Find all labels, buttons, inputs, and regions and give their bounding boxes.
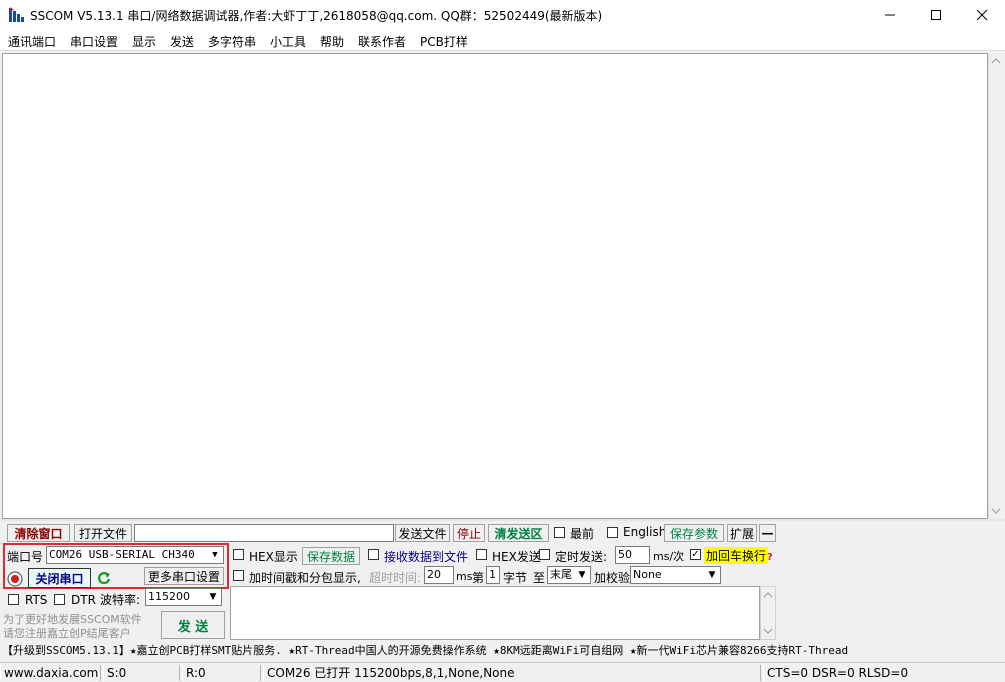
byte-label-post: 字节 [503, 571, 528, 585]
app-logo-icon [9, 7, 24, 22]
receive-scrollbar[interactable] [988, 53, 1003, 519]
menu-send[interactable]: 发送 [170, 33, 194, 50]
checkmark-icon: ✓ [691, 549, 700, 560]
baud-label: 波特率: [100, 593, 141, 607]
add-crlf-label: 加回车换行 [704, 547, 769, 564]
save-data-button[interactable]: 保存数据 [302, 547, 360, 565]
add-crlf-checkbox[interactable]: ✓ [690, 549, 701, 560]
recv-to-file-checkbox[interactable] [368, 549, 379, 560]
clear-send-button[interactable]: 清发送区 [488, 524, 549, 542]
scroll-down-icon [763, 628, 773, 634]
close-port-button[interactable]: 关闭串口 [28, 568, 91, 588]
topmost-label: 最前 [570, 527, 595, 541]
menu-help[interactable]: 帮助 [320, 33, 344, 50]
english-checkbox[interactable] [607, 527, 618, 538]
timeout-unit: ms [456, 570, 473, 583]
timestamp-checkbox[interactable] [233, 570, 244, 581]
scroll-up-icon [991, 58, 1001, 64]
send-scrollbar[interactable] [760, 586, 776, 640]
send-file-button[interactable]: 发送文件 [395, 524, 450, 542]
menu-tools[interactable]: 小工具 [270, 33, 306, 50]
baud-select-value: 115200 [148, 590, 190, 603]
end-byte-select[interactable]: 末尾 ▼ [547, 566, 591, 584]
checksum-select[interactable]: None ▼ [630, 566, 721, 584]
chevron-down-icon: ▼ [212, 550, 218, 560]
collapse-button[interactable]: — [759, 524, 776, 542]
rts-label: RTS [25, 593, 48, 607]
status-bar: www.daxia.com S:0 R:0 COM26 已打开 115200bp… [0, 662, 1005, 682]
file-path-input[interactable] [134, 524, 394, 542]
port-select-value: COM26 USB-SERIAL CH340 [49, 548, 195, 561]
menu-display[interactable]: 显示 [132, 33, 156, 50]
close-icon [976, 9, 988, 21]
maximize-icon [931, 10, 941, 20]
timestamp-label: 加时间戳和分包显示, [249, 571, 361, 585]
menu-comm-port[interactable]: 通讯端口 [8, 33, 56, 50]
menu-contact-author[interactable]: 联系作者 [358, 33, 406, 50]
chevron-down-icon: ▼ [708, 570, 716, 580]
to-label: 至 [533, 571, 546, 585]
timeout-label: 超时时间: [369, 571, 422, 585]
send-button[interactable]: 发 送 [161, 611, 225, 639]
menu-multi-string[interactable]: 多字符串 [208, 33, 256, 50]
chevron-down-icon: ▼ [209, 592, 217, 602]
save-params-button[interactable]: 保存参数 [664, 524, 724, 542]
splitter[interactable] [0, 519, 1005, 521]
app-window: SSCOM V5.13.1 串口/网络数据调试器,作者:大虾丁丁,2618058… [0, 0, 1005, 682]
dtr-checkbox[interactable] [54, 594, 65, 605]
minimize-icon [885, 14, 895, 16]
interval-unit: ms/次 [653, 550, 685, 563]
close-window-button[interactable] [959, 0, 1005, 30]
status-sent-count: S:0 [103, 665, 180, 681]
status-line-signals: CTS=0 DSR=0 RLSD=0 [763, 665, 1003, 681]
english-label: English [623, 525, 667, 539]
title-bar: SSCOM V5.13.1 串口/网络数据调试器,作者:大虾丁丁,2618058… [0, 0, 1005, 30]
hex-send-label: HEX发送 [492, 550, 541, 564]
chevron-down-icon: ▼ [578, 570, 586, 580]
open-file-button[interactable]: 打开文件 [74, 524, 132, 542]
dtr-label: DTR [71, 593, 96, 607]
hex-send-checkbox[interactable] [476, 549, 487, 560]
menu-serial-settings[interactable]: 串口设置 [70, 33, 118, 50]
start-byte-input[interactable]: 1 [486, 566, 500, 584]
port-status-icon [7, 571, 23, 587]
window-title: SSCOM V5.13.1 串口/网络数据调试器,作者:大虾丁丁,2618058… [30, 9, 603, 23]
hex-display-checkbox[interactable] [233, 549, 244, 560]
refresh-icon[interactable] [96, 570, 112, 586]
stop-button[interactable]: 停止 [453, 524, 485, 542]
topmost-checkbox[interactable] [554, 527, 565, 538]
menu-pcb[interactable]: PCB打样 [420, 33, 468, 50]
byte-label-pre: 第 [472, 571, 485, 585]
clear-window-button[interactable]: 清除窗口 [7, 524, 70, 542]
hex-display-label: HEX显示 [249, 550, 298, 564]
status-website[interactable]: www.daxia.com [0, 665, 101, 681]
checksum-value: None [633, 568, 662, 581]
interval-input[interactable]: 50 [615, 546, 650, 564]
baud-select[interactable]: 115200 ▼ [145, 588, 222, 606]
receive-text-area[interactable] [2, 53, 988, 519]
menu-bar: 通讯端口 串口设置 显示 发送 多字符串 小工具 帮助 联系作者 PCB打样 [0, 30, 1005, 51]
port-label: 端口号 [7, 550, 44, 564]
timed-send-checkbox[interactable] [539, 549, 550, 560]
maximize-button[interactable] [913, 0, 959, 30]
minimize-button[interactable] [867, 0, 913, 30]
checksum-label: 加校验 [594, 571, 631, 585]
send-text-area[interactable] [230, 586, 760, 640]
help-icon[interactable]: ? [767, 552, 773, 563]
scroll-up-icon [763, 592, 773, 598]
promo-line-2: 请您注册嘉立创P结尾客户 [3, 627, 131, 640]
expand-button[interactable]: 扩展 [727, 524, 757, 542]
scroll-down-icon [991, 508, 1001, 514]
status-port-info: COM26 已打开 115200bps,8,1,None,None [263, 665, 761, 681]
rts-checkbox[interactable] [8, 594, 19, 605]
more-port-settings-button[interactable]: 更多串口设置 [144, 567, 224, 585]
status-recv-count: R:0 [182, 665, 261, 681]
timeout-input[interactable]: 20 [424, 566, 454, 584]
port-select[interactable]: COM26 USB-SERIAL CH340 ▼ [46, 546, 224, 564]
recv-to-file-label[interactable]: 接收数据到文件 [384, 548, 468, 565]
timed-send-label: 定时发送: [555, 550, 608, 564]
end-byte-value: 末尾 [550, 568, 572, 581]
news-ticker[interactable]: 【升级到SSCOM5.13.1】★嘉立创PCB打样SMT贴片服务. ★RT-Th… [2, 643, 1002, 659]
